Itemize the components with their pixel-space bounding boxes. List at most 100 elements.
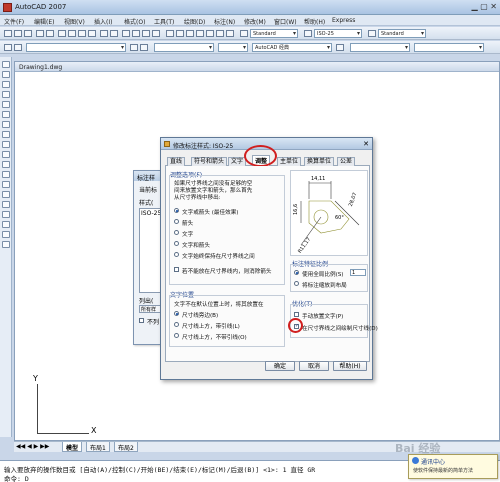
- menu-insert[interactable]: 插入(I): [94, 17, 112, 26]
- linetype-select[interactable]: [218, 43, 248, 52]
- tab-alternate-units[interactable]: 换算单位: [304, 157, 335, 166]
- match-properties-icon[interactable]: [88, 30, 96, 37]
- zoom-realtime-icon[interactable]: [132, 30, 140, 37]
- scale-to-layout-radio[interactable]: [294, 281, 299, 286]
- menu-view[interactable]: 视图(V): [64, 17, 85, 26]
- fit-option-radio-5[interactable]: [174, 252, 179, 257]
- markup-icon[interactable]: [206, 30, 214, 37]
- dim-style-select[interactable]: ISO-25: [314, 29, 362, 38]
- spline-icon[interactable]: [2, 141, 10, 148]
- point-icon[interactable]: [2, 191, 10, 198]
- mtext-icon[interactable]: [2, 241, 10, 248]
- autocad-logo-icon[interactable]: [3, 3, 12, 12]
- preview-icon[interactable]: [46, 30, 54, 37]
- menu-format[interactable]: 格式(O): [124, 17, 145, 26]
- color-select[interactable]: [154, 43, 214, 52]
- sheet-set-icon[interactable]: [196, 30, 204, 37]
- save-icon[interactable]: [24, 30, 32, 37]
- rectangle-icon[interactable]: [2, 101, 10, 108]
- fit-option-radio-4[interactable]: [174, 241, 179, 246]
- ok-button[interactable]: 确定: [265, 361, 295, 371]
- lineweight-select[interactable]: [350, 43, 410, 52]
- tab-nav-arrows[interactable]: ◀◀ ◀ ▶ ▶▶: [16, 443, 49, 450]
- help-icon[interactable]: [226, 30, 234, 37]
- pan-icon[interactable]: [122, 30, 130, 37]
- tab-text[interactable]: 文字: [228, 157, 247, 166]
- menu-tools[interactable]: 工具(T): [154, 17, 174, 26]
- construction-line-icon[interactable]: [2, 71, 10, 78]
- tab-primary-units[interactable]: 主单位: [277, 157, 302, 166]
- global-scale-input[interactable]: 1: [350, 269, 366, 276]
- layer-select[interactable]: [26, 43, 126, 52]
- plot-style-select[interactable]: [414, 43, 484, 52]
- menu-window[interactable]: 窗口(W): [274, 17, 297, 26]
- layer-previous-icon[interactable]: [140, 44, 148, 51]
- hatch-icon[interactable]: [2, 201, 10, 208]
- menu-draw[interactable]: 绘图(D): [184, 17, 205, 26]
- text-style-select[interactable]: Standard: [250, 29, 298, 38]
- list-xref-checkbox[interactable]: [139, 318, 144, 323]
- menu-dimension[interactable]: 标注(N): [214, 17, 235, 26]
- insert-block-icon[interactable]: [2, 171, 10, 178]
- tab-lines[interactable]: 直线: [167, 157, 186, 166]
- ellipse-icon[interactable]: [2, 151, 10, 158]
- layer-state-icon[interactable]: [14, 44, 22, 51]
- style-item[interactable]: ISO-25: [141, 210, 161, 217]
- menu-file[interactable]: 文件(F): [4, 17, 24, 26]
- open-icon[interactable]: [14, 30, 22, 37]
- communication-center-balloon[interactable]: 通讯中心 使软件保持最新的简单方法: [408, 454, 498, 479]
- revision-cloud-icon[interactable]: [2, 131, 10, 138]
- text-placement-radio-3[interactable]: [174, 333, 179, 338]
- use-global-scale-radio[interactable]: [294, 270, 299, 275]
- workspace-select[interactable]: AutoCAD 经典: [252, 43, 332, 52]
- menu-modify[interactable]: 修改(M): [244, 17, 266, 26]
- suppress-arrows-checkbox[interactable]: [174, 267, 179, 272]
- table-style-select[interactable]: Standard: [378, 29, 426, 38]
- redo-icon[interactable]: [110, 30, 118, 37]
- tab-layout2[interactable]: 布局2: [114, 442, 138, 452]
- polyline-icon[interactable]: [2, 81, 10, 88]
- design-center-icon[interactable]: [176, 30, 184, 37]
- menu-edit[interactable]: 编辑(E): [34, 17, 54, 26]
- layer-manager-icon[interactable]: [4, 44, 12, 51]
- text-placement-radio-1[interactable]: [174, 311, 179, 316]
- minimize-icon[interactable]: ▁: [471, 2, 477, 11]
- menu-express[interactable]: Express: [332, 17, 355, 24]
- manual-text-checkbox[interactable]: [294, 312, 299, 317]
- gradient-icon[interactable]: [2, 211, 10, 218]
- tab-layout1[interactable]: 布局1: [86, 442, 110, 452]
- print-icon[interactable]: [36, 30, 44, 37]
- fit-option-radio-3[interactable]: [174, 230, 179, 235]
- region-icon[interactable]: [2, 221, 10, 228]
- tab-model[interactable]: 模型: [62, 442, 83, 452]
- calculator-icon[interactable]: [216, 30, 224, 37]
- text-placement-radio-2[interactable]: [174, 322, 179, 327]
- new-icon[interactable]: [4, 30, 12, 37]
- help-button[interactable]: 帮助(H): [333, 361, 367, 371]
- copy-icon[interactable]: [68, 30, 76, 37]
- arc-icon[interactable]: [2, 111, 10, 118]
- tool-palettes-icon[interactable]: [186, 30, 194, 37]
- cut-icon[interactable]: [58, 30, 66, 37]
- make-block-icon[interactable]: [2, 181, 10, 188]
- circle-icon[interactable]: [2, 121, 10, 128]
- notify-body[interactable]: 使软件保持最新的简单方法: [413, 467, 473, 474]
- tab-symbols-arrows[interactable]: 符号和箭头: [191, 157, 228, 166]
- zoom-previous-icon[interactable]: [152, 30, 160, 37]
- properties-icon[interactable]: [166, 30, 174, 37]
- tab-tolerances[interactable]: 公差: [337, 157, 356, 166]
- zoom-window-icon[interactable]: [142, 30, 150, 37]
- window-controls[interactable]: ▁ ▢ ✕: [471, 2, 497, 11]
- workspace-settings-icon[interactable]: [336, 44, 344, 51]
- table-icon[interactable]: [2, 231, 10, 238]
- command-prompt[interactable]: 命令: D: [4, 473, 29, 482]
- polygon-icon[interactable]: [2, 91, 10, 98]
- menu-help[interactable]: 帮助(H): [304, 17, 325, 26]
- paste-icon[interactable]: [78, 30, 86, 37]
- line-icon[interactable]: [2, 61, 10, 68]
- maximize-icon[interactable]: ▢: [480, 2, 488, 11]
- close-icon[interactable]: ✕: [490, 2, 497, 11]
- dialog-close-icon[interactable]: ✕: [363, 140, 369, 148]
- ellipse-arc-icon[interactable]: [2, 161, 10, 168]
- undo-icon[interactable]: [100, 30, 108, 37]
